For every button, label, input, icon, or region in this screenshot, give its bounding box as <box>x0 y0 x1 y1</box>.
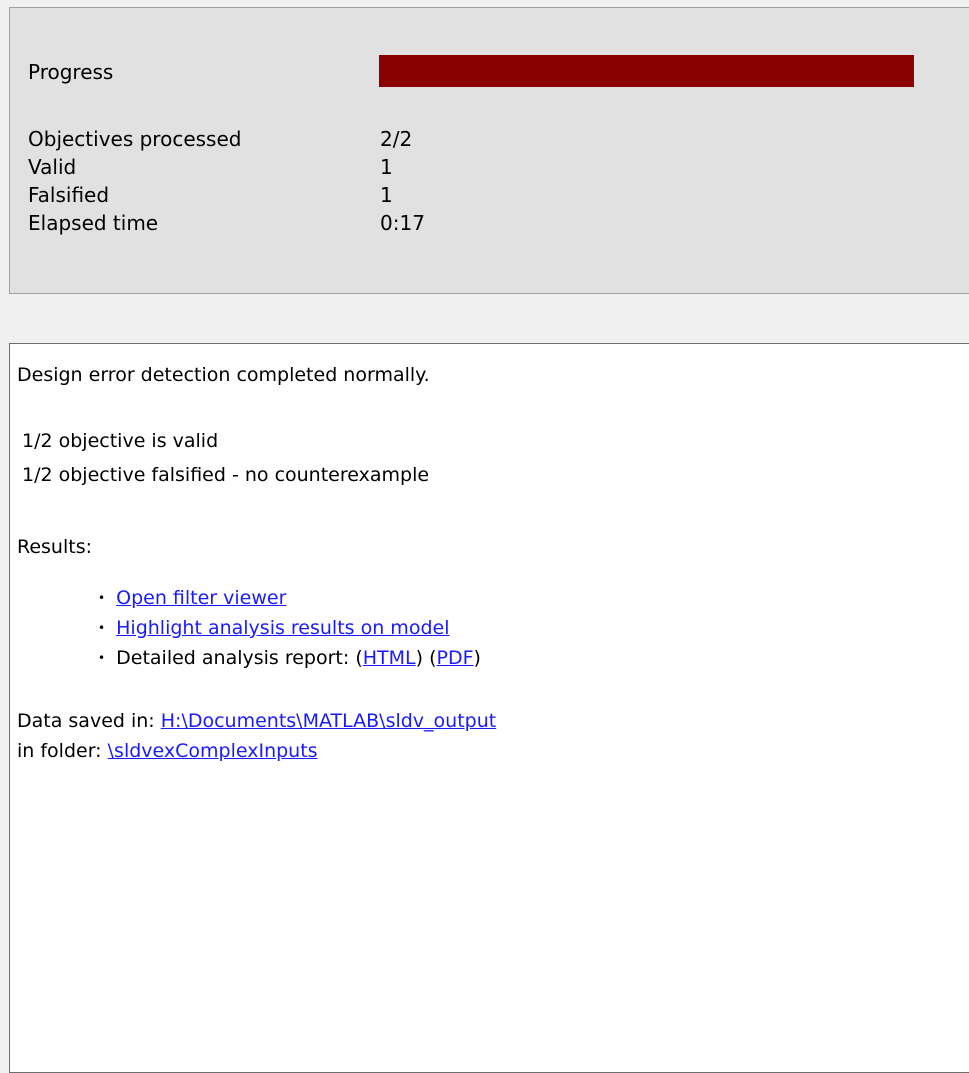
data-saved-line: Data saved in: H:\Documents\MATLAB\sldv_… <box>17 710 496 732</box>
list-item: Open filter viewer <box>98 584 481 614</box>
results-heading: Results: <box>17 536 93 558</box>
folder-line: in folder: \sldvexComplexInputs <box>17 740 318 762</box>
progress-bar-fill <box>379 55 914 87</box>
progress-label: Progress <box>28 60 114 84</box>
html-report-link[interactable]: HTML <box>363 647 416 669</box>
stat-label: Falsified <box>28 183 110 207</box>
stat-value: 1 <box>380 183 393 207</box>
pdf-report-link[interactable]: PDF <box>437 647 474 669</box>
data-saved-label: Data saved in: <box>17 710 155 732</box>
detailed-report-label: Detailed analysis report: <box>116 647 350 669</box>
highlight-results-link[interactable]: Highlight analysis results on model <box>116 617 449 639</box>
stat-value: 1 <box>380 155 393 179</box>
stat-row-falsified: Falsified 1 <box>28 181 425 209</box>
stat-row-elapsed-time: Elapsed time 0:17 <box>28 209 425 237</box>
stat-row-objectives-processed: Objectives processed 2/2 <box>28 125 425 153</box>
status-panel: Progress Objectives processed 2/2 Valid … <box>9 7 969 294</box>
stat-value: 0:17 <box>380 211 425 235</box>
stat-row-valid: Valid 1 <box>28 153 425 181</box>
summary-falsified: 1/2 objective falsified - no counterexam… <box>22 464 430 486</box>
list-item: Detailed analysis report: (HTML) (PDF) <box>98 644 481 674</box>
progress-bar <box>379 55 914 87</box>
stat-label: Elapsed time <box>28 211 159 235</box>
open-filter-viewer-link[interactable]: Open filter viewer <box>116 587 286 609</box>
results-list: Open filter viewer Highlight analysis re… <box>98 584 481 674</box>
summary-valid: 1/2 objective is valid <box>22 430 219 452</box>
stat-label: Valid <box>28 155 77 179</box>
report-panel[interactable]: Design error detection completed normall… <box>9 343 969 1073</box>
completion-message: Design error detection completed normall… <box>17 364 430 386</box>
data-saved-path-link[interactable]: H:\Documents\MATLAB\sldv_output <box>161 710 496 732</box>
stat-value: 2/2 <box>380 127 413 151</box>
stats-list: Objectives processed 2/2 Valid 1 Falsifi… <box>28 125 425 237</box>
folder-label: in folder: <box>17 740 102 762</box>
folder-path-link[interactable]: \sldvexComplexInputs <box>108 740 318 762</box>
list-item: Highlight analysis results on model <box>98 614 481 644</box>
stat-label: Objectives processed <box>28 127 242 151</box>
